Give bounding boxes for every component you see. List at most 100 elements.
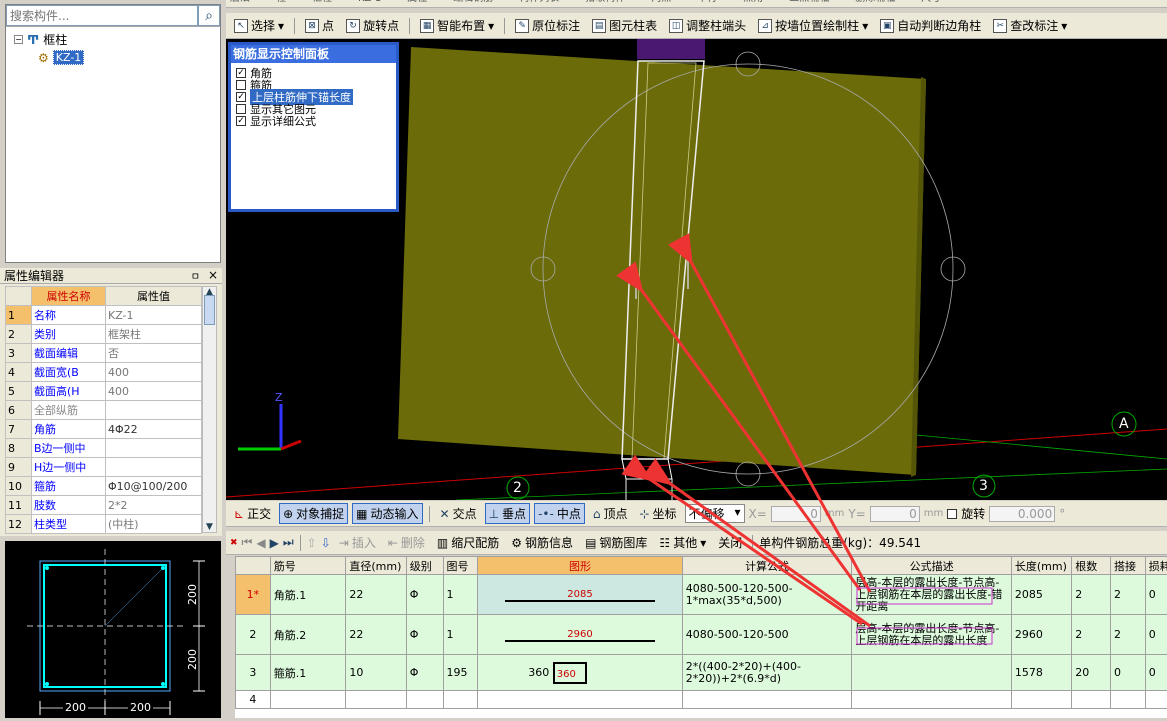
top-tool-10[interactable]: 点角	[743, 0, 763, 3]
point-tool[interactable]: ⊠点	[301, 15, 338, 36]
coordinate-snap[interactable]: ⊹坐标	[635, 503, 680, 524]
vertex-icon: ⌂	[593, 507, 601, 521]
property-row[interactable]: 2类别框架柱	[6, 325, 202, 344]
top-tool-4[interactable]: 属性	[407, 0, 427, 3]
property-scrollbar[interactable]: ▲▼	[202, 286, 217, 533]
prev-record-icon[interactable]: ◀	[256, 536, 265, 550]
top-tool-9[interactable]: 平行	[697, 0, 717, 3]
coordinate-icon: ⊹	[639, 507, 649, 521]
rotate-angle-field[interactable]: 0.000	[989, 506, 1055, 522]
checkbox-icon[interactable]	[236, 80, 246, 90]
adjust-icon: ◫	[669, 19, 683, 33]
property-row[interactable]: 11肢数2*2	[6, 496, 202, 515]
first-record-icon[interactable]: ⏮	[242, 535, 253, 550]
property-row[interactable]: 4截面宽(B400	[6, 363, 202, 382]
wall-column-tool[interactable]: ⊿按墙位置绘制柱▾	[754, 15, 872, 36]
auto-corner-column-tool[interactable]: ▣自动判断边角柱	[876, 15, 985, 36]
checkbox-checked-icon[interactable]: ✓	[236, 116, 246, 126]
property-row[interactable]: 3截面编辑否	[6, 344, 202, 363]
header-fig-no: 图号	[443, 557, 478, 575]
top-tool-5[interactable]: 编辑钢筋	[453, 0, 493, 3]
top-tool-11[interactable]: 三点辅轴	[789, 0, 829, 3]
gear-icon: ⚙	[38, 51, 49, 65]
last-record-icon[interactable]: ⏭	[283, 535, 294, 550]
rebar-table-wrap: 筋号 直径(mm) 级别 图号 图形 计算公式 公式描述 长度(mm) 根数 搭…	[235, 556, 1167, 718]
delete-button[interactable]: ⇤删除	[384, 532, 429, 553]
axis-label-z: Z	[275, 391, 283, 404]
property-row[interactable]: 12柱类型(中柱)	[6, 515, 202, 534]
close-panel-icon[interactable]: ✖	[230, 538, 238, 548]
table-row[interactable]: 2 角筋.2 22 Φ 1 2960 4080-500-120-500 层高-本…	[236, 615, 1167, 655]
property-row[interactable]: 1名称KZ-1	[6, 306, 202, 325]
perpendicular-snap[interactable]: ⊥垂点	[485, 503, 530, 524]
rotate-checkbox[interactable]	[947, 509, 957, 519]
intersection-snap[interactable]: ✕交点	[436, 503, 481, 524]
table-row[interactable]: 4	[236, 691, 1167, 709]
dim-height-2: 200	[186, 649, 199, 670]
table-row[interactable]: 3 箍筋.1 10 Φ 195 360 360 2*((400-2*20)+(4…	[236, 655, 1167, 691]
edit-annotation-icon: ✂	[993, 19, 1007, 33]
shape-cell[interactable]: 2960	[478, 615, 682, 655]
pin-icon[interactable]: ㅁ	[191, 268, 200, 283]
top-tool-3[interactable]: KZ-1	[358, 0, 381, 3]
rebar-info-button[interactable]: ⚙钢筋信息	[507, 532, 577, 553]
checkbox-checked-icon[interactable]: ✓	[236, 92, 246, 102]
smart-layout-tool[interactable]: ▦智能布置▾	[416, 15, 498, 36]
x-field[interactable]: 0	[771, 506, 821, 522]
shape-cell[interactable]: 2085	[478, 575, 682, 615]
top-tool-7[interactable]: 拾取构件	[585, 0, 625, 3]
scale-rebar-button[interactable]: ▥缩尺配筋	[433, 532, 503, 553]
dim-width-1: 200	[63, 701, 88, 714]
y-field[interactable]: 0	[870, 506, 920, 522]
total-weight: 单构件钢筋总重(kg)：49.541	[759, 534, 921, 551]
object-snap-toggle[interactable]: ⊕对象捕捉	[279, 503, 348, 524]
header-diameter: 直径(mm)	[346, 557, 406, 575]
in-place-annotate-tool[interactable]: ✎原位标注	[511, 15, 584, 36]
property-row[interactable]: 8B边一侧中	[6, 439, 202, 458]
tree-node-kz1[interactable]: ⚙ KZ-1	[38, 50, 212, 65]
toggle-detailed-formula[interactable]: ✓显示详细公式	[236, 115, 391, 127]
checkbox-icon[interactable]	[236, 104, 246, 114]
rebar-library-button[interactable]: ▤钢筋图库	[581, 532, 651, 553]
search-input[interactable]	[6, 5, 198, 26]
property-row[interactable]: 6全部纵筋	[6, 401, 202, 420]
ortho-toggle[interactable]: ⊾正交	[230, 503, 275, 524]
element-column-table-tool[interactable]: ▤图元柱表	[588, 15, 661, 36]
dynamic-input-toggle[interactable]: ▦动态输入	[352, 503, 422, 524]
header-description: 公式描述	[852, 557, 1011, 575]
property-row[interactable]: 10箍筋Φ10@100/200	[6, 477, 202, 496]
insert-button[interactable]: ⇥插入	[335, 532, 380, 553]
move-down-icon[interactable]: ⇩	[321, 536, 331, 550]
table-row[interactable]: 1* 角筋.1 22 Φ 1 2085 4080-500-120-500-1*m…	[236, 575, 1167, 615]
select-tool[interactable]: ↖选择▾	[230, 15, 288, 36]
search-icon[interactable]: ⌕	[198, 5, 220, 26]
dynamic-input-icon: ▦	[356, 507, 367, 521]
top-tool-2[interactable]: 框柱	[312, 0, 332, 3]
close-button[interactable]: 关闭	[714, 532, 746, 553]
column-type-icon: Ͳ	[27, 33, 39, 47]
checkbox-checked-icon[interactable]: ✓	[236, 68, 246, 78]
top-tool-13[interactable]: 尺寸	[921, 0, 941, 3]
close-icon[interactable]: ×	[208, 268, 218, 283]
tree-node-column[interactable]: − Ͳ 框柱	[14, 31, 212, 48]
next-record-icon[interactable]: ▶	[270, 536, 279, 550]
top-tool-12[interactable]: 删除辅轴	[855, 0, 895, 3]
top-tool-0[interactable]: 层法	[230, 0, 250, 3]
midpoint-snap[interactable]: -•-中点	[534, 503, 585, 524]
move-up-icon[interactable]: ⇧	[307, 536, 317, 550]
rotate-point-tool[interactable]: ↻旋转点	[342, 15, 403, 36]
other-button[interactable]: ☷其他▾	[655, 532, 710, 553]
vertex-snap[interactable]: ⌂顶点	[589, 503, 632, 524]
edit-annotation-tool[interactable]: ✂查改标注▾	[989, 15, 1071, 36]
adjust-column-end-tool[interactable]: ◫调整柱端头	[665, 15, 750, 36]
property-row[interactable]: 7角筋4Φ22	[6, 420, 202, 439]
property-row[interactable]: 5截面高(H400	[6, 382, 202, 401]
collapse-icon[interactable]: −	[14, 35, 23, 44]
shape-cell[interactable]: 360 360	[478, 655, 682, 691]
top-tool-6[interactable]: 构件列表	[519, 0, 559, 3]
header-length: 长度(mm)	[1011, 557, 1071, 575]
offset-select[interactable]: 不偏移▾	[685, 504, 745, 523]
property-row[interactable]: 9H边一侧中	[6, 458, 202, 477]
top-tool-8[interactable]: 两点	[651, 0, 671, 3]
top-tool-1[interactable]: 柱	[276, 0, 286, 3]
